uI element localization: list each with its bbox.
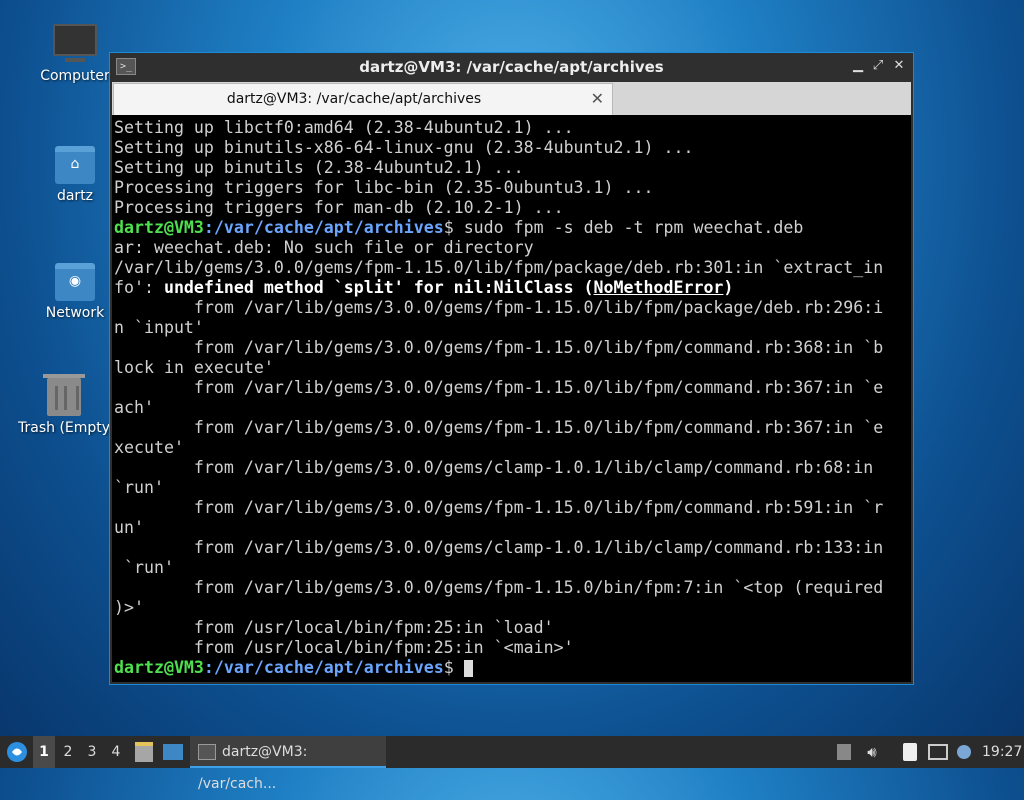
tab-bar: dartz@VM3: /var/cache/apt/archives ✕ <box>112 82 911 115</box>
output-line: Setting up binutils-x86-64-linux-gnu (2.… <box>114 138 694 157</box>
terminal-icon <box>198 744 216 760</box>
workspace-1[interactable]: 1 <box>33 736 55 768</box>
output-line: Processing triggers for libc-bin (2.35-0… <box>114 178 654 197</box>
output-line: Setting up libctf0:amd64 (2.38-4ubuntu2.… <box>114 118 574 137</box>
trace-line: from /var/lib/gems/3.0.0/gems/fpm-1.15.0… <box>114 498 884 517</box>
output-line: ar: weechat.deb: No such file or directo… <box>114 238 534 257</box>
minimize-button[interactable]: ▁ <box>849 57 867 75</box>
tray-updates[interactable] <box>834 736 854 768</box>
window-title: dartz@VM3: /var/cache/apt/archives <box>359 58 664 76</box>
computer-icon <box>53 24 97 62</box>
tray-network[interactable] <box>928 736 948 768</box>
trace-line: from /var/lib/gems/3.0.0/gems/clamp-1.0.… <box>114 538 884 557</box>
clipboard-icon <box>903 743 917 761</box>
maximize-button[interactable]: ⤢ <box>869 57 887 75</box>
workspace-2[interactable]: 2 <box>57 736 79 768</box>
taskbar-terminal-task[interactable]: dartz@VM3: /var/cach... <box>190 736 386 792</box>
tray-clipboard[interactable] <box>900 736 920 768</box>
error-message-line: fo': undefined method `split' for nil:Ni… <box>114 278 909 298</box>
prompt-path: :/var/cache/apt/archives <box>203 218 444 237</box>
trace-line: un' <box>114 518 144 537</box>
workspace-3[interactable]: 3 <box>81 736 103 768</box>
tab-title: dartz@VM3: /var/cache/apt/archives <box>226 91 482 107</box>
prompt-symbol: $ <box>443 658 454 677</box>
app-menu-button[interactable] <box>4 736 30 768</box>
tray-notification[interactable] <box>954 736 974 768</box>
desktop-icon-trash[interactable]: Trash (Empty) <box>18 374 110 436</box>
taskbar: 1 2 3 4 dartz@VM3: /var/cach... 🔊︎ 19:27 <box>0 736 1024 792</box>
network-folder-icon: ◉ <box>55 263 95 301</box>
trace-line: from /var/lib/gems/3.0.0/gems/fpm-1.15.0… <box>114 378 884 397</box>
output-line: Setting up binutils (2.38-4ubuntu2.1) ..… <box>114 158 524 177</box>
prompt-path: :/var/cache/apt/archives <box>203 658 444 677</box>
trace-line: from /var/lib/gems/3.0.0/gems/fpm-1.15.0… <box>114 578 884 597</box>
output-line: /var/lib/gems/3.0.0/gems/fpm-1.15.0/lib/… <box>114 258 884 277</box>
trace-line: xecute' <box>114 438 184 457</box>
file-manager-launcher[interactable] <box>162 736 184 768</box>
prompt-user: dartz@VM3 <box>114 218 204 237</box>
show-desktop-button[interactable] <box>134 736 154 768</box>
home-folder-icon: ⌂ <box>55 146 95 184</box>
terminal-output[interactable]: Setting up libctf0:amd64 (2.38-4ubuntu2.… <box>112 115 911 682</box>
error-class: NoMethodError <box>593 278 724 297</box>
trace-line: )>' <box>114 598 144 617</box>
tab-close-icon[interactable]: ✕ <box>591 89 604 108</box>
error-message: undefined method `split' for nil:NilClas… <box>163 278 594 297</box>
terminal-tab[interactable]: dartz@VM3: /var/cache/apt/archives ✕ <box>113 83 613 115</box>
trace-line: `run' <box>114 558 174 577</box>
output-line: Processing triggers for man-db (2.10.2-1… <box>114 198 564 217</box>
trace-line: from /var/lib/gems/3.0.0/gems/fpm-1.15.0… <box>114 418 884 437</box>
trace-line: lock in execute' <box>114 358 274 377</box>
close-button[interactable]: ✕ <box>890 57 908 75</box>
trace-line: `run' <box>114 478 164 497</box>
text-cursor <box>463 660 473 677</box>
volume-icon: 🔊︎ <box>867 743 877 761</box>
command-line: dartz@VM3:/var/cache/apt/archives$ sudo … <box>114 218 909 238</box>
prompt-user: dartz@VM3 <box>114 658 204 677</box>
workspace-4[interactable]: 4 <box>105 736 127 768</box>
error-suffix: ) <box>723 278 734 297</box>
trace-line: from /var/lib/gems/3.0.0/gems/fpm-1.15.0… <box>114 298 884 317</box>
terminal-window: >_ dartz@VM3: /var/cache/apt/archives ▁ … <box>110 53 913 684</box>
error-prefix: fo': <box>114 278 164 297</box>
show-desktop-icon <box>135 742 153 762</box>
trace-line: from /usr/local/bin/fpm:25:in `load' <box>114 618 554 637</box>
command-text: sudo fpm -s deb -t rpm weechat.deb <box>453 218 804 237</box>
notification-icon <box>957 745 971 759</box>
network-icon <box>928 744 948 760</box>
trash-icon <box>43 374 85 416</box>
trace-line: n `input' <box>114 318 204 337</box>
app-menu-icon <box>7 742 27 762</box>
folder-icon <box>163 744 183 760</box>
window-titlebar[interactable]: >_ dartz@VM3: /var/cache/apt/archives ▁ … <box>110 53 913 81</box>
prompt-symbol: $ <box>443 218 454 237</box>
tray-volume[interactable]: 🔊︎ <box>862 736 882 768</box>
desktop-icon-label: Trash (Empty) <box>18 420 110 436</box>
trace-line: from /var/lib/gems/3.0.0/gems/fpm-1.15.0… <box>114 338 884 357</box>
trace-line: from /var/lib/gems/3.0.0/gems/clamp-1.0.… <box>114 458 874 477</box>
trace-line: ach' <box>114 398 154 417</box>
current-prompt-line[interactable]: dartz@VM3:/var/cache/apt/archives$ <box>114 658 909 678</box>
updates-icon <box>837 744 851 760</box>
clock[interactable]: 19:27 <box>982 736 1022 768</box>
trace-line: from /usr/local/bin/fpm:25:in `<main>' <box>114 638 574 657</box>
